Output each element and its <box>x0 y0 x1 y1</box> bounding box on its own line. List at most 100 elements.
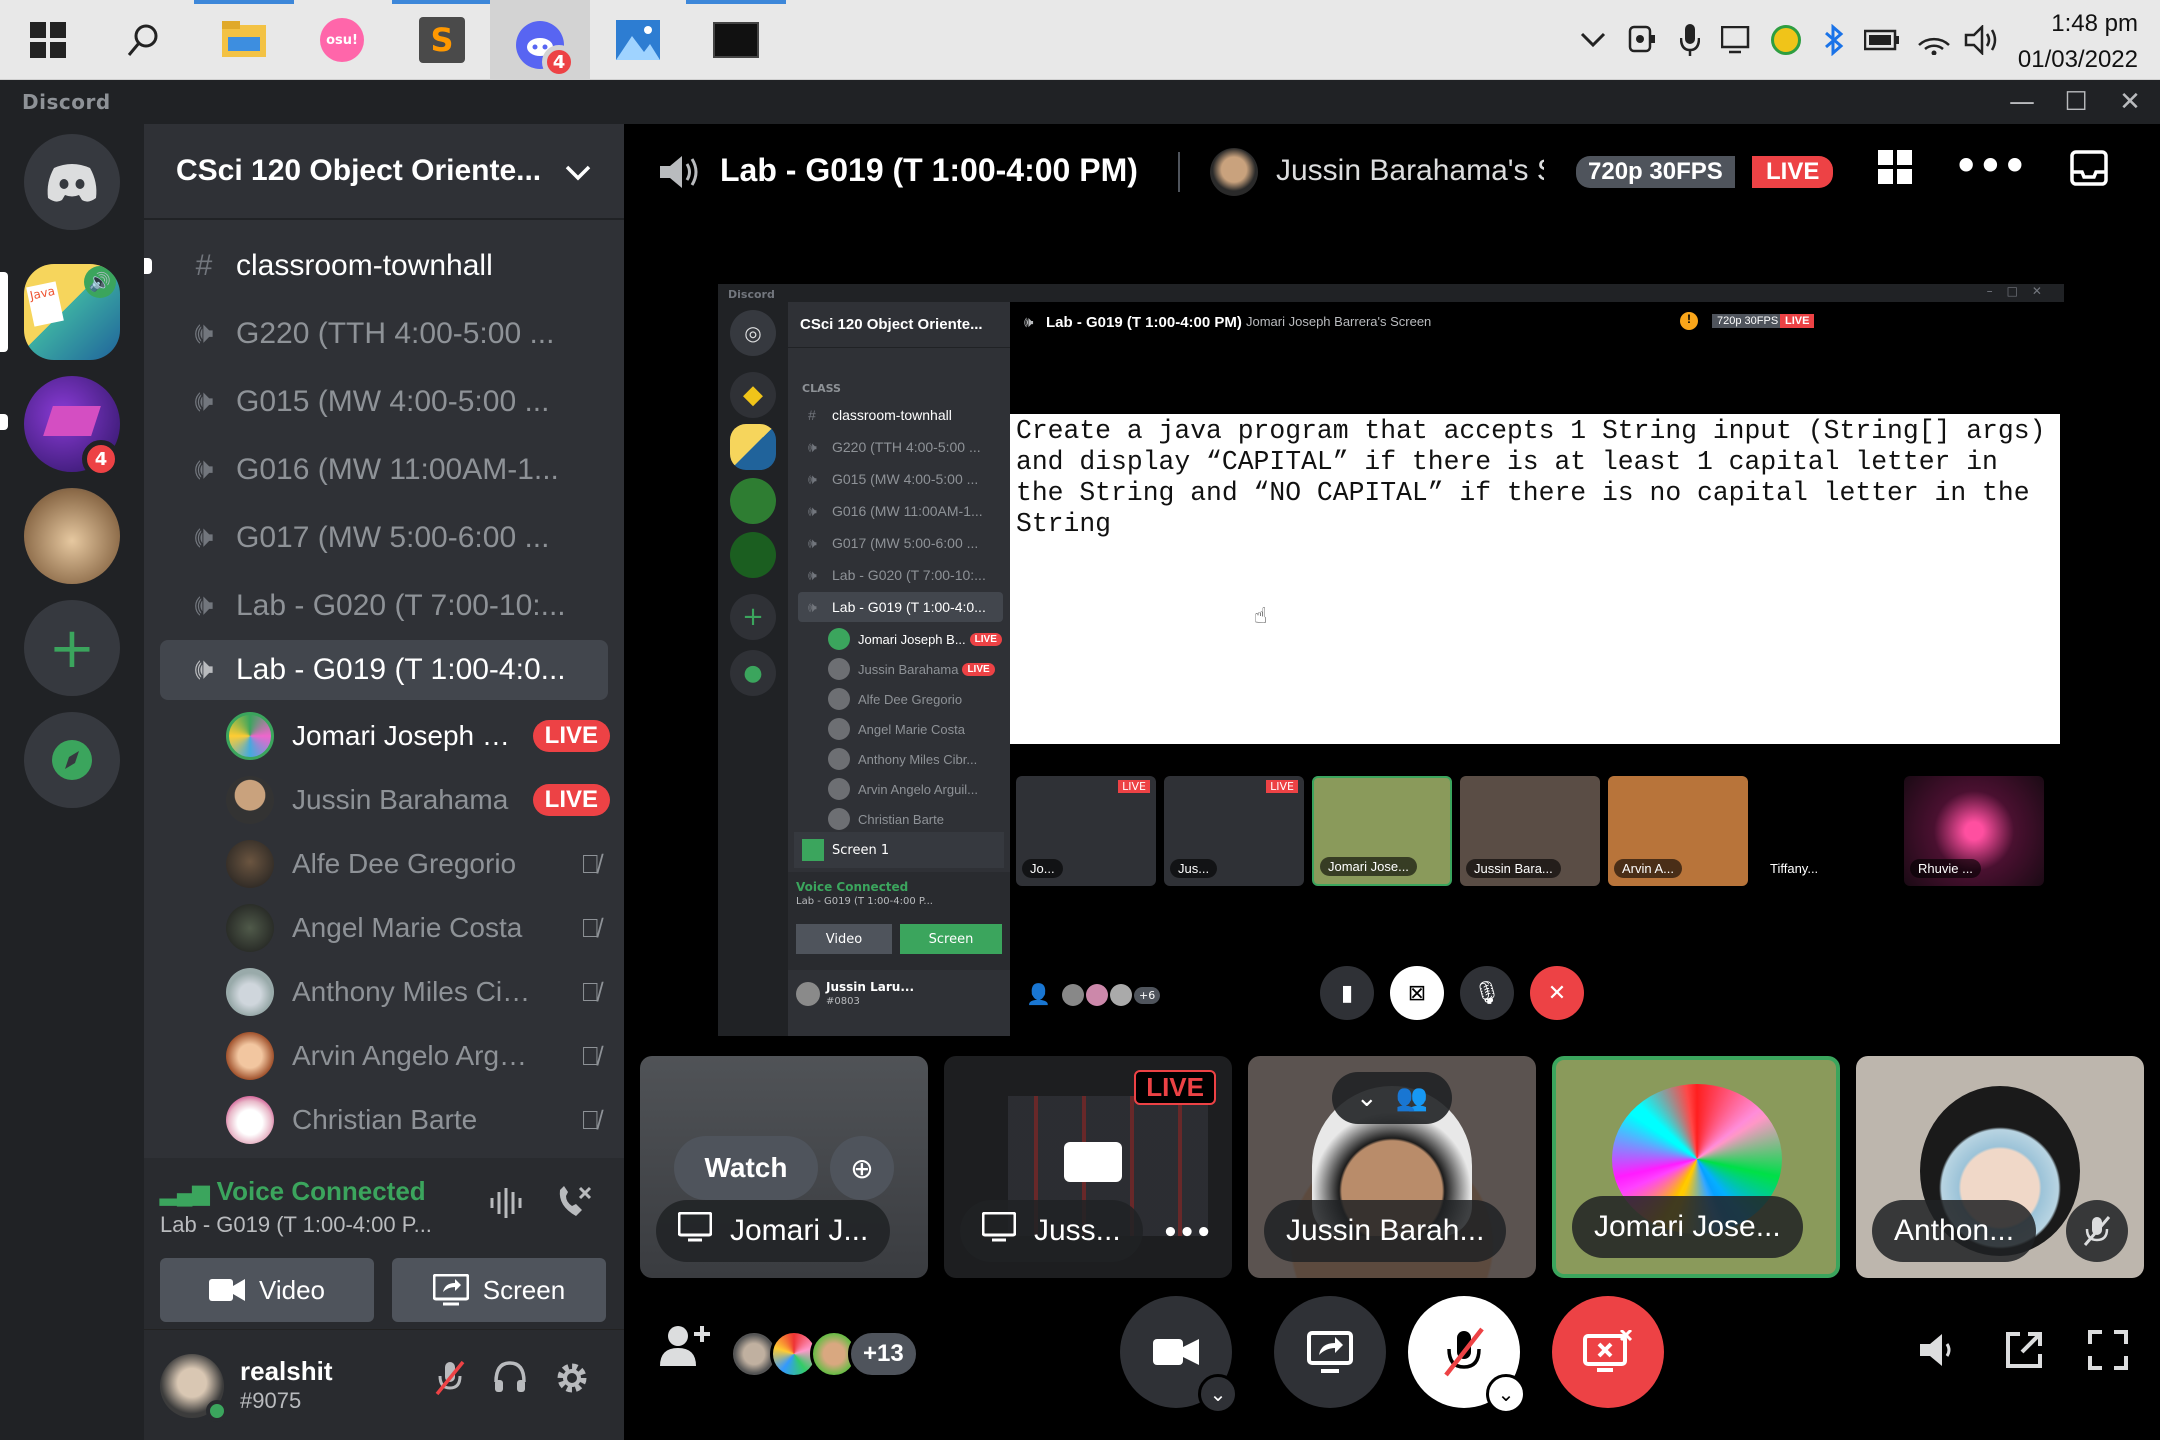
chevron-down-icon[interactable]: ⌄ <box>1486 1374 1526 1414</box>
settings-gear-icon[interactable] <box>550 1360 594 1405</box>
voice-channel-icon: 🕪 <box>194 453 214 486</box>
inner-compass-icon: ● <box>730 650 776 696</box>
volume-icon[interactable] <box>1962 22 2002 58</box>
more-options-icon[interactable]: ••• <box>1162 1218 1212 1248</box>
grid-layout-icon[interactable] <box>1878 150 1912 193</box>
header-divider <box>1178 152 1180 192</box>
stream-volume-icon[interactable] <box>1918 1330 1958 1374</box>
tray-overflow-chevron-icon[interactable] <box>1576 22 1610 58</box>
bluetooth-icon[interactable] <box>1816 22 1852 58</box>
search-icon[interactable] <box>114 10 174 70</box>
inner-channel-label: G017 (MW 5:00-6:00 ... <box>832 535 979 551</box>
minimize-button[interactable]: — <box>2000 84 2044 120</box>
participant-tile[interactable]: Watch ⊕ Jomari J... <box>640 1056 928 1278</box>
microphone-tray-icon[interactable] <box>1672 22 1708 58</box>
voice-user[interactable]: Angel Marie Costa 🎙̸ <box>226 898 610 958</box>
voice-user[interactable]: Anthony Miles Cibr... 🎙̸ <box>226 962 610 1022</box>
voice-user[interactable]: Christian Barte 🎙̸ <box>226 1090 610 1150</box>
streamer-avatar[interactable] <box>1210 148 1258 196</box>
server-csci120[interactable]: Java 🔊 <box>24 264 120 360</box>
disconnect-call-icon[interactable] <box>554 1184 594 1226</box>
participant-overflow-count[interactable]: +13 <box>848 1330 919 1378</box>
shared-screen-view[interactable]: Discord –□✕ ◎ ◆ + ● CSci 120 Object Orie… <box>718 284 2064 1036</box>
chevron-down-icon[interactable]: ⌄ <box>1198 1374 1238 1414</box>
battery-icon[interactable] <box>1862 22 1902 58</box>
inner-screen-label: Screen 1 <box>832 842 890 858</box>
home-button[interactable] <box>24 134 120 230</box>
inner-user-name: Angel Marie Costa <box>858 721 965 737</box>
inner-tile: Jomari Jose... <box>1312 776 1452 886</box>
share-screen-button[interactable] <box>1274 1296 1386 1408</box>
close-button[interactable]: ✕ <box>2108 84 2152 120</box>
channel-label: G017 (MW 5:00-6:00 ... <box>236 521 550 554</box>
voice-user[interactable]: Jomari Joseph B... LIVE <box>226 706 610 766</box>
muted-mic-icon[interactable] <box>428 1360 472 1405</box>
voice-channel-icon: 🕪 <box>194 385 214 418</box>
system-clock[interactable]: 1:48 pm 01/03/2022 <box>2018 6 2138 78</box>
display-tray-icon[interactable] <box>1718 22 1754 58</box>
inner-participants: +6 <box>1062 984 1161 1006</box>
more-options-icon[interactable]: ••• <box>1954 144 2027 188</box>
webcam-tray-icon[interactable] <box>1624 22 1660 58</box>
tile-label: Jomari Jose... <box>1572 1196 1803 1258</box>
voice-user-name: Jomari Joseph B... <box>292 720 523 751</box>
channel-g220[interactable]: 🕪 G220 (TTH 4:00-5:00 ... <box>160 304 608 364</box>
voice-user[interactable]: Alfe Dee Gregorio 🎙̸ <box>226 834 610 894</box>
screen-share-button[interactable]: Screen <box>392 1258 606 1322</box>
osu-app-icon[interactable]: osu! <box>312 10 372 70</box>
live-badge: LIVE <box>532 784 610 816</box>
invite-user-icon[interactable] <box>660 1324 710 1372</box>
voice-connected-status[interactable]: ▂▄▆ Voice Connected <box>160 1176 426 1207</box>
inbox-icon[interactable] <box>2070 150 2108 195</box>
maximize-button[interactable]: ☐ <box>2054 84 2098 120</box>
app-tray-icon[interactable] <box>1768 22 1804 58</box>
photos-app-icon[interactable] <box>608 10 668 70</box>
focus-toggle[interactable]: ⌄ 👥 <box>1332 1072 1452 1124</box>
sublime-text-icon[interactable]: S <box>392 0 492 70</box>
mute-toggle-button[interactable]: ⌄ <box>1408 1296 1526 1414</box>
explore-servers-button[interactable] <box>24 712 120 808</box>
channel-sidebar: CSci 120 Object Oriente... # classroom-t… <box>144 124 624 1440</box>
add-server-button[interactable]: + <box>24 600 120 696</box>
fullscreen-icon[interactable] <box>2088 1330 2128 1374</box>
wifi-icon[interactable] <box>1914 22 1954 58</box>
tile-label: Anthon... <box>1872 1200 2037 1262</box>
screen-icon <box>677 1211 713 1250</box>
inner-server-icon <box>730 478 776 524</box>
discord-taskbar-icon[interactable]: 4 <box>490 0 590 80</box>
voice-channel-name[interactable]: Lab - G019 (T 1:00-4:00 P... <box>160 1212 432 1238</box>
participant-tile[interactable]: Anthon... <box>1856 1056 2144 1278</box>
guild-header[interactable]: CSci 120 Object Oriente... <box>144 124 624 220</box>
channel-lab-g020[interactable]: 🕪 Lab - G020 (T 7:00-10:... <box>160 576 608 636</box>
video-button[interactable]: Video <box>160 1258 374 1322</box>
channel-g017[interactable]: 🕪 G017 (MW 5:00-6:00 ... <box>160 508 608 568</box>
disconnect-button[interactable] <box>1552 1296 1664 1408</box>
channel-g015[interactable]: 🕪 G015 (MW 4:00-5:00 ... <box>160 372 608 432</box>
speaker-icon: 🔊 <box>84 266 116 298</box>
voice-user[interactable]: Arvin Angelo Arguil... 🎙̸ <box>226 1026 610 1086</box>
inner-tile-label: Tiffany... <box>1762 859 1827 878</box>
participant-tile[interactable]: ⌄ 👥 Jussin Barah... <box>1248 1056 1536 1278</box>
pop-out-icon[interactable] <box>2004 1330 2044 1374</box>
camera-toggle-button[interactable]: ⌄ <box>1120 1296 1238 1414</box>
inner-live-badge: LIVE <box>1266 780 1298 793</box>
channel-lab-g019[interactable]: 🕪 Lab - G019 (T 1:00-4:0... <box>160 640 608 700</box>
file-explorer-icon[interactable] <box>194 0 294 70</box>
terminal-app-icon[interactable] <box>686 0 786 70</box>
channel-classroom-townhall[interactable]: # classroom-townhall <box>160 236 608 296</box>
windows-start-icon[interactable] <box>18 10 78 70</box>
inner-tile-label: Arvin A... <box>1614 859 1683 878</box>
noise-suppression-icon[interactable] <box>488 1186 524 1229</box>
participant-tile[interactable]: LIVE Juss... ••• <box>944 1056 1232 1278</box>
server-dog-avatar[interactable] <box>24 488 120 584</box>
deafened-mic-icon: 🎙̸ <box>580 912 601 943</box>
add-reaction-icon[interactable]: ⊕ <box>830 1136 894 1200</box>
channel-g016[interactable]: 🕪 G016 (MW 11:00AM-1... <box>160 440 608 500</box>
voice-user[interactable]: Jussin Barahama LIVE <box>226 770 610 830</box>
headphones-icon[interactable] <box>488 1360 532 1403</box>
participant-tile-speaking[interactable]: Jomari Jose... <box>1552 1056 1840 1278</box>
watch-stream-button[interactable]: Watch <box>674 1136 818 1200</box>
inner-channel-sidebar: CSci 120 Object Oriente... CLASS # classr… <box>788 302 1010 1036</box>
stage-channel-title: Lab - G019 (T 1:00-4:00 PM) <box>720 152 1138 188</box>
user-name[interactable]: realshit <box>240 1356 333 1387</box>
